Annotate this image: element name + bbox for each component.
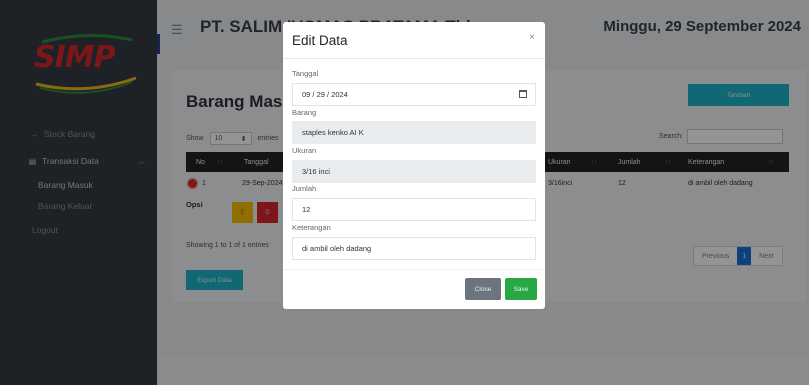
ukuran-input[interactable]: 3/16 inci (292, 160, 536, 183)
close-button[interactable]: Close (465, 278, 501, 300)
barang-label: Barang (292, 108, 317, 117)
tanggal-label: Tanggal (292, 69, 319, 78)
keterangan-label: Keterangan (292, 223, 331, 232)
edit-data-modal: Edit Data × Tanggal 09 / 29 / 2024 Baran… (283, 22, 545, 309)
calendar-icon[interactable] (519, 90, 527, 98)
modal-header-divider (283, 58, 545, 59)
jumlah-input[interactable]: 12 (292, 198, 536, 221)
jumlah-label: Jumlah (292, 184, 317, 193)
keterangan-input[interactable]: di ambil oleh dadang (292, 237, 536, 260)
modal-title: Edit Data (292, 33, 348, 48)
tanggal-value: 09 / 29 / 2024 (302, 90, 348, 99)
barang-input[interactable]: staples kenko AI K (292, 121, 536, 144)
modal-footer-divider (283, 269, 545, 270)
jumlah-value: 12 (302, 205, 311, 214)
barang-value: staples kenko AI K (302, 128, 364, 137)
ukuran-label: Ukuran (292, 146, 317, 155)
tanggal-date-input[interactable]: 09 / 29 / 2024 (292, 83, 536, 106)
ukuran-value: 3/16 inci (302, 167, 330, 176)
close-icon[interactable]: × (529, 32, 535, 43)
save-button[interactable]: Save (505, 278, 537, 300)
keterangan-value: di ambil oleh dadang (302, 244, 372, 253)
